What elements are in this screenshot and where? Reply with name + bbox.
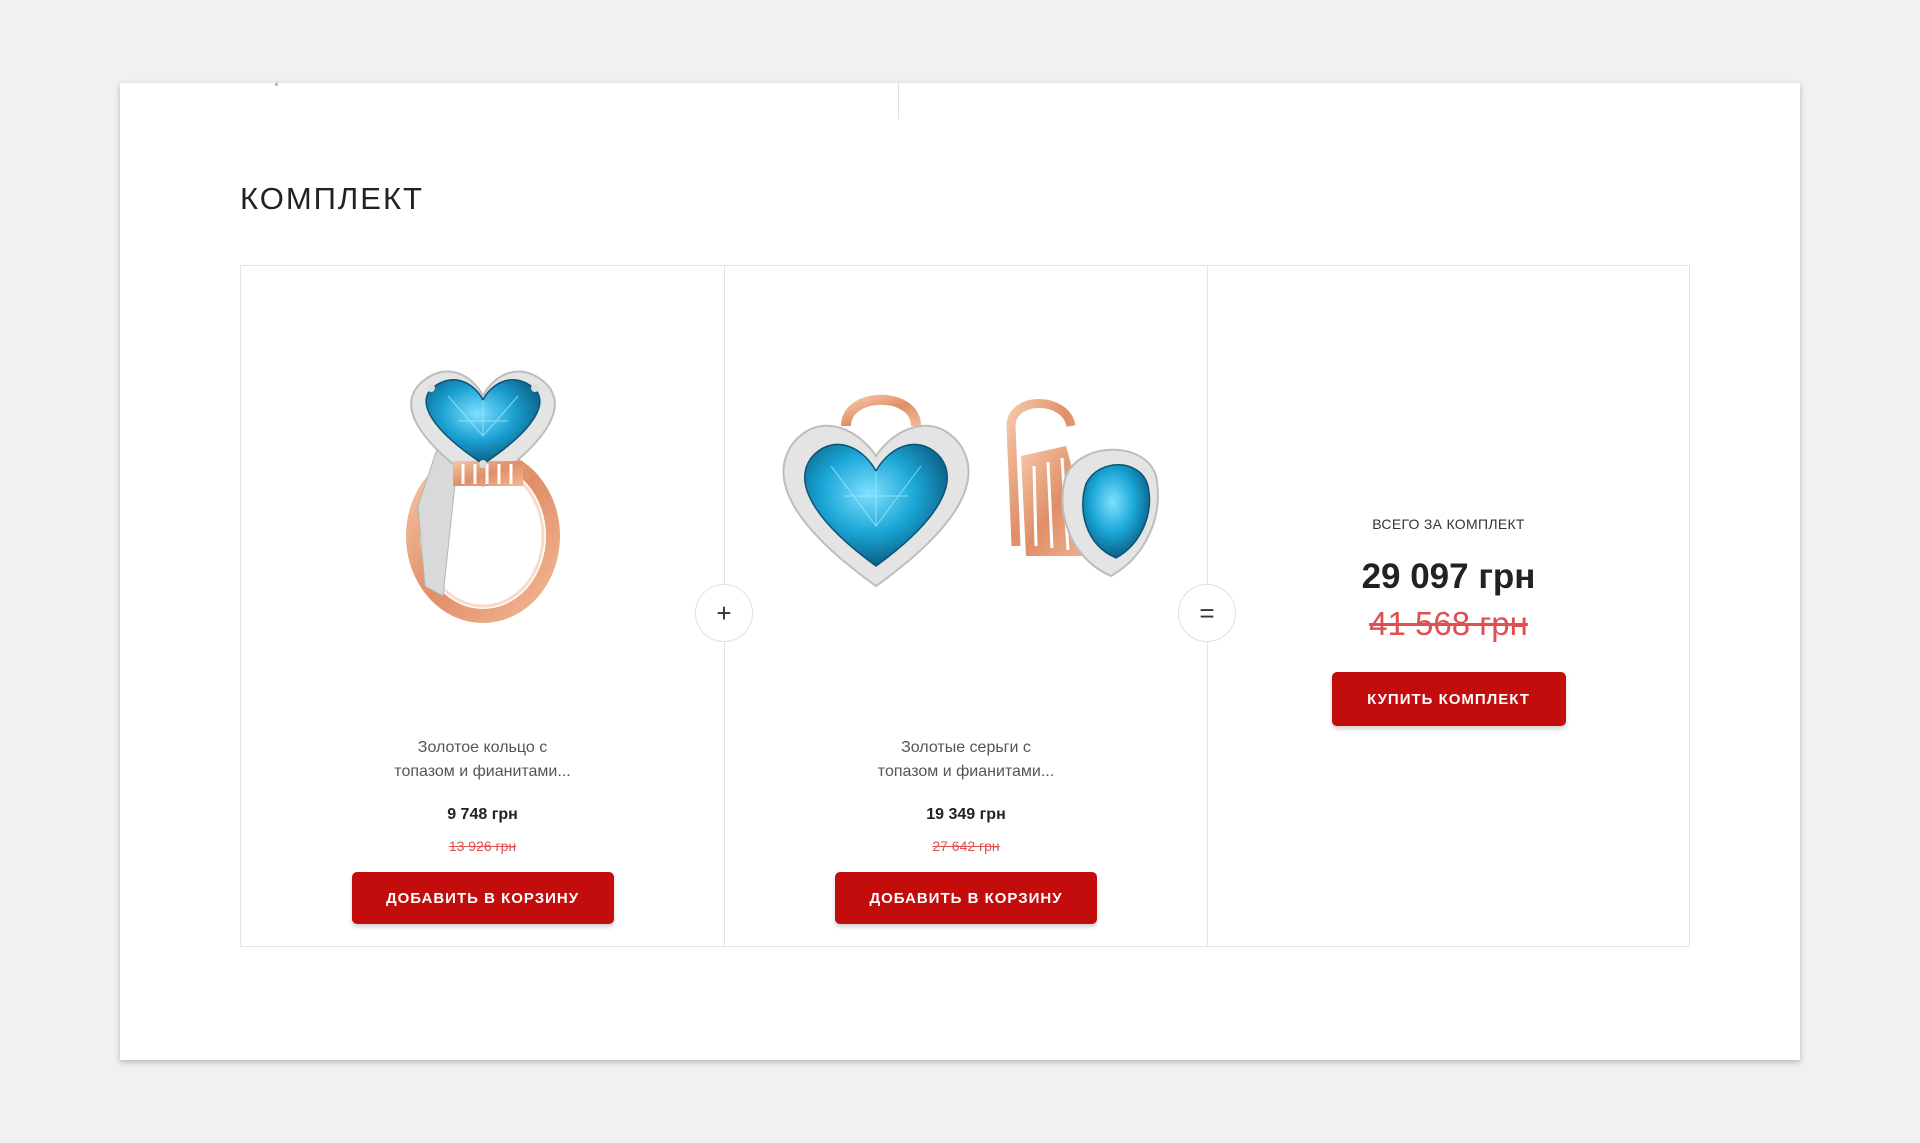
top-dot	[275, 83, 278, 86]
product-old-price: 27 642 грн	[932, 838, 1000, 854]
buy-set-button[interactable]: КУПИТЬ КОМПЛЕКТ	[1331, 672, 1566, 726]
product-name[interactable]: Золотое кольцо с топазом и фианитами...	[241, 736, 724, 784]
section-title: КОМПЛЕКТ	[240, 181, 424, 216]
earrings-image[interactable]	[766, 386, 1166, 606]
top-divider	[898, 83, 899, 119]
product-card-ring: Золотое кольцо с топазом и фианитами... …	[241, 266, 724, 946]
product-name-line: Золотые серьги с	[901, 739, 1031, 756]
total-price: 29 097 грн	[1361, 557, 1536, 596]
product-price: 19 349 грн	[926, 806, 1006, 823]
plus-icon: +	[695, 584, 753, 642]
product-old-price: 13 926 грн	[448, 838, 517, 854]
set-grid: Золотое кольцо с топазом и фианитами... …	[240, 265, 1690, 947]
product-price: 9 748 грн	[447, 806, 518, 823]
add-to-cart-button[interactable]: ДОБАВИТЬ В КОРЗИНУ	[835, 872, 1097, 924]
equals-icon: =	[1178, 584, 1236, 642]
page-card: КОМПЛЕКТ Золотое кольцо с топазом и фиан…	[120, 83, 1800, 1060]
total-label: ВСЕГО ЗА КОМПЛЕКТ	[1372, 516, 1525, 532]
product-name-line: топазом и фианитами...	[394, 763, 571, 780]
add-to-cart-button[interactable]: ДОБАВИТЬ В КОРЗИНУ	[351, 872, 614, 924]
total-old-price: 41 568 грн	[1369, 605, 1528, 642]
ring-image[interactable]	[363, 336, 603, 636]
product-name-line: топазом и фианитами...	[877, 763, 1055, 780]
product-name[interactable]: Золотые серьги с топазом и фианитами...	[725, 736, 1207, 784]
product-name-line: Золотое кольцо с	[417, 739, 548, 756]
set-total: ВСЕГО ЗА КОМПЛЕКТ 29 097 грн 41 568 грн …	[1207, 266, 1689, 946]
product-card-earrings: Золотые серьги с топазом и фианитами... …	[724, 266, 1207, 946]
